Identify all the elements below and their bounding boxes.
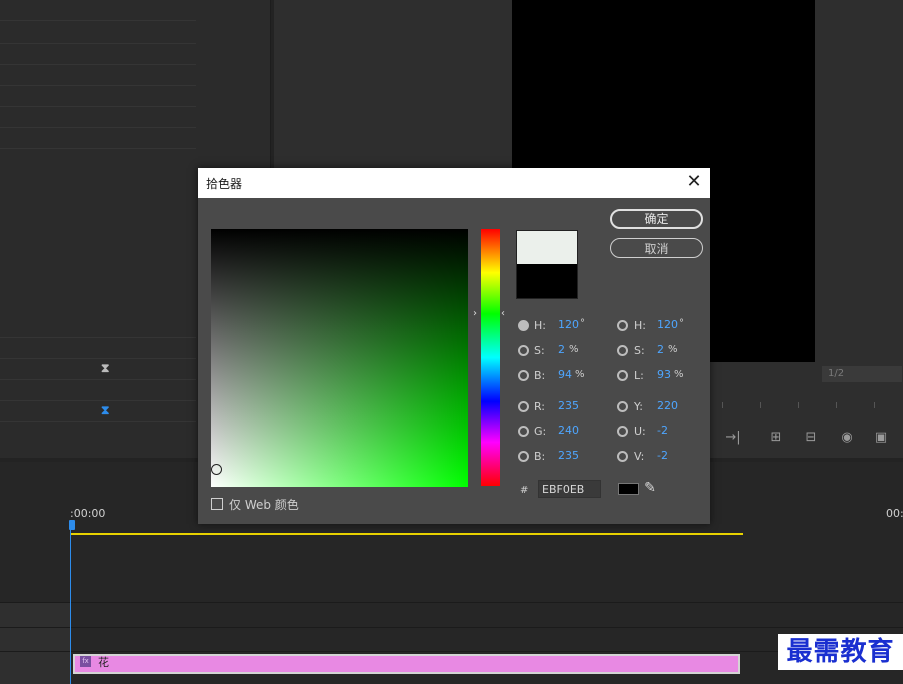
new-color-swatch: [516, 230, 578, 265]
monitor-ruler-tick: [760, 402, 761, 408]
playhead-line[interactable]: [70, 520, 71, 684]
web-color-swatch[interactable]: [618, 483, 639, 495]
rgb-b-label: B:: [534, 450, 546, 463]
hsb-s-unit: %: [569, 344, 579, 355]
clip-label: 花: [98, 656, 109, 669]
panel-row-divider: [0, 43, 196, 44]
hsl-l-radio[interactable]: [617, 370, 628, 381]
hex-input[interactable]: EBF0EB: [538, 480, 601, 498]
eyedropper-icon[interactable]: ✎: [641, 479, 659, 497]
extract-icon[interactable]: ⊟: [801, 430, 821, 446]
hsb-h-label: H:: [534, 319, 546, 332]
export-frame-icon[interactable]: ◉: [837, 430, 857, 446]
hsl-h-label: H:: [634, 319, 646, 332]
rgb-r-field[interactable]: 235: [558, 399, 579, 412]
hsl-l-unit: %: [674, 369, 684, 380]
track-divider: [0, 651, 903, 652]
saturation-brightness-field[interactable]: [211, 229, 468, 487]
hsl-s-radio[interactable]: [617, 345, 628, 356]
go-to-out-icon[interactable]: →|: [723, 430, 743, 446]
panel-row-divider: [0, 64, 196, 65]
timeline-timecode-start: :00:00: [70, 507, 106, 520]
yuv-u-field[interactable]: -2: [657, 424, 668, 437]
rgb-r-radio[interactable]: [518, 401, 529, 412]
monitor-ruler-tick: [798, 402, 799, 408]
rgb-g-radio[interactable]: [518, 426, 529, 437]
hsb-s-label: S:: [534, 344, 545, 357]
timeline-timecode-end: 00:: [886, 507, 903, 520]
ok-button[interactable]: 确定: [610, 209, 703, 229]
track-headers: [0, 602, 70, 684]
hsb-b-radio[interactable]: [518, 370, 529, 381]
close-icon[interactable]: ✕: [684, 172, 704, 192]
yuv-v-label: V:: [634, 450, 645, 463]
hsl-h-radio[interactable]: [617, 320, 628, 331]
rgb-g-field[interactable]: 240: [558, 424, 579, 437]
yuv-u-radio[interactable]: [617, 426, 628, 437]
compare-icon[interactable]: ▣: [871, 430, 891, 446]
yuv-y-radio[interactable]: [617, 401, 628, 412]
hsb-b-field[interactable]: 94: [558, 368, 572, 381]
yuv-y-label: Y:: [634, 400, 643, 413]
watermark-logo: 最需教育: [778, 634, 903, 670]
hsb-s-radio[interactable]: [518, 345, 529, 356]
hsl-s-field[interactable]: 2: [657, 343, 664, 356]
hsl-h-unit: °: [679, 318, 684, 329]
hue-slider-right-arrow-icon[interactable]: ‹: [501, 308, 505, 319]
web-colors-only-label: 仅 Web 颜色: [229, 498, 299, 512]
monitor-ruler-tick: [836, 402, 837, 408]
hsb-b-unit: %: [575, 369, 585, 380]
hsl-h-field[interactable]: 120: [657, 318, 678, 331]
lift-icon[interactable]: ⊞: [766, 430, 786, 446]
monitor-ruler-tick: [722, 402, 723, 408]
panel-row-divider: [0, 148, 196, 149]
rgb-b-field[interactable]: 235: [558, 449, 579, 462]
hue-slider[interactable]: [481, 229, 500, 486]
hsl-s-unit: %: [668, 344, 678, 355]
rgb-b-radio[interactable]: [518, 451, 529, 462]
panel-row-divider: [0, 421, 196, 422]
rgb-g-label: G:: [534, 425, 547, 438]
hsl-s-label: S:: [634, 344, 645, 357]
hsb-s-field[interactable]: 2: [558, 343, 565, 356]
panel-row-divider: [0, 379, 196, 380]
web-colors-only-checkbox[interactable]: [211, 498, 223, 510]
panel-row-divider: [0, 337, 196, 338]
dialog-title: 拾色器: [206, 177, 243, 191]
rgb-r-label: R:: [534, 400, 546, 413]
panel-row-divider: [0, 127, 196, 128]
panel-row-divider: [0, 20, 196, 21]
yuv-y-field[interactable]: 220: [657, 399, 678, 412]
hsb-h-unit: °: [580, 318, 585, 329]
hsb-h-radio[interactable]: [518, 320, 529, 331]
playhead-handle[interactable]: [69, 520, 75, 530]
track-divider: [0, 602, 903, 603]
panel-row-divider: [0, 358, 196, 359]
panel-row-divider: [0, 400, 196, 401]
yuv-v-radio[interactable]: [617, 451, 628, 462]
keyframe-marker-icon[interactable]: ⧗: [101, 403, 109, 418]
work-area-bar[interactable]: [70, 533, 743, 535]
yuv-v-field[interactable]: -2: [657, 449, 668, 462]
cancel-button[interactable]: 取消: [610, 238, 703, 258]
keyframe-marker-icon[interactable]: ⧗: [101, 361, 109, 376]
color-picker-dialog: 拾色器 ✕ › ‹ 确定 取消 H: 120 ° S: 2 % B: 94 % …: [198, 168, 710, 524]
yuv-u-label: U:: [634, 425, 646, 438]
hsb-b-label: B:: [534, 369, 546, 382]
fx-badge-icon: fx: [80, 656, 91, 667]
dialog-titlebar[interactable]: 拾色器 ✕: [198, 168, 710, 198]
track-divider: [0, 627, 903, 628]
hsl-l-field[interactable]: 93: [657, 368, 671, 381]
panel-row-divider: [0, 106, 196, 107]
hsb-h-field[interactable]: 120: [558, 318, 579, 331]
resolution-select[interactable]: 1/2: [822, 366, 902, 382]
hex-label: #: [520, 485, 529, 496]
timeline-clip[interactable]: [73, 654, 740, 674]
monitor-ruler-tick: [874, 402, 875, 408]
hsl-l-label: L:: [634, 369, 644, 382]
color-field-cursor[interactable]: [211, 464, 222, 475]
panel-row-divider: [0, 85, 196, 86]
hue-slider-left-arrow-icon[interactable]: ›: [473, 308, 477, 319]
original-color-swatch[interactable]: [516, 264, 578, 299]
